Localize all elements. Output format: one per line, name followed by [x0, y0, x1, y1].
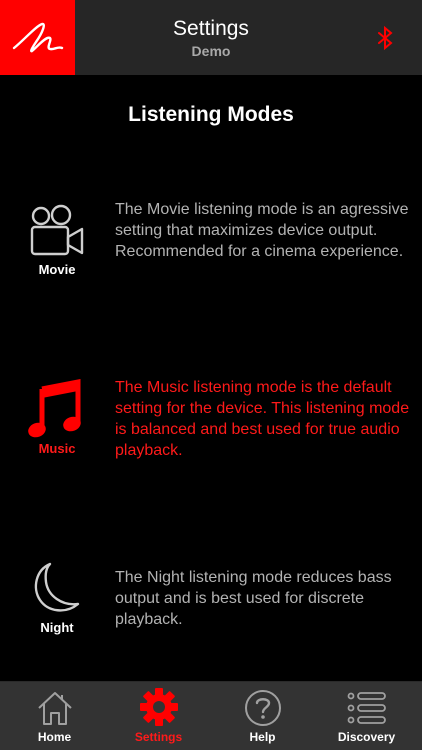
video-camera-icon: [30, 204, 84, 256]
tab-discovery[interactable]: Discovery: [314, 682, 419, 750]
moon-icon: [34, 562, 80, 612]
mode-description: The Night listening mode reduces bass ou…: [115, 569, 392, 628]
tab-label: Home: [37, 730, 72, 744]
header-bar: Settings Demo: [0, 0, 422, 75]
mode-description: The Movie listening mode is an agressive…: [115, 201, 409, 260]
mode-movie[interactable]: Movie The Movie listening mode is an agr…: [0, 195, 422, 295]
page-title: Settings: [173, 17, 249, 40]
mode-description: The Music listening mode is the default …: [115, 379, 410, 459]
page-subtitle: Demo: [191, 43, 231, 59]
mode-night[interactable]: Night The Night listening mode reduces b…: [0, 558, 422, 658]
mode-music[interactable]: Music The Music listening mode is the de…: [0, 375, 422, 475]
bluetooth-icon[interactable]: [374, 26, 396, 50]
list-icon: [347, 692, 386, 724]
tab-label: Discovery: [337, 730, 396, 744]
tab-home[interactable]: Home: [2, 682, 107, 750]
tab-help[interactable]: Help: [210, 682, 315, 750]
section-title: Listening Modes: [128, 103, 294, 126]
gear-icon: [139, 688, 178, 726]
tab-settings[interactable]: Settings: [106, 682, 211, 750]
home-icon: [37, 692, 72, 725]
music-note-icon: [28, 379, 81, 438]
mode-label: Movie: [38, 262, 76, 277]
mode-label: Music: [38, 441, 76, 456]
tab-label: Settings: [134, 730, 183, 744]
mode-label: Night: [40, 620, 74, 635]
tab-bar: Home Settings Help Discovery: [0, 681, 422, 750]
help-icon: [244, 690, 281, 726]
tab-label: Help: [249, 730, 276, 744]
